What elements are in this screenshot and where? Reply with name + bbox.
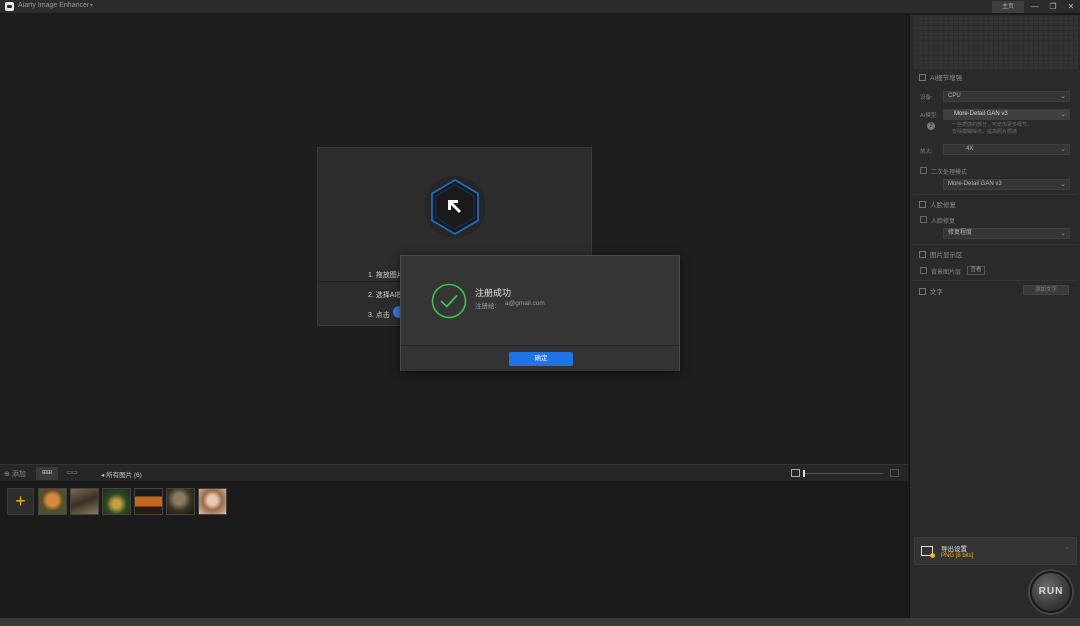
background-layer-checkbox[interactable] — [920, 267, 927, 274]
device-label: 设备: — [920, 95, 933, 101]
face-icon — [919, 201, 926, 208]
device-select[interactable]: CPU ⌄ — [943, 91, 1070, 102]
second-pass-select[interactable]: More-Detail GAN v3 ⌄ — [943, 179, 1070, 190]
model-hint-line-1: 一些质感的部分，可增加更多细节， — [952, 122, 1033, 128]
zoom-in-image-icon[interactable] — [890, 469, 899, 477]
thumbnail-lizard[interactable] — [70, 488, 99, 515]
zoom-slider-handle[interactable] — [803, 470, 805, 477]
close-button[interactable]: ✕ — [1062, 0, 1080, 14]
thumbnail-frog[interactable] — [102, 488, 131, 515]
thumbnail-tiger[interactable] — [38, 488, 67, 515]
dialog-title: 注册成功 — [475, 288, 512, 298]
separator — [913, 194, 1078, 195]
maximize-button[interactable]: ❐ — [1044, 0, 1062, 14]
separator — [913, 244, 1078, 245]
scale-value: 4X — [966, 146, 974, 152]
zoom-out-image-icon[interactable] — [791, 469, 800, 477]
edit-icon — [919, 74, 926, 81]
minimize-button[interactable]: — — [1026, 0, 1044, 14]
grid-view-button[interactable]: ⊞⊞ — [36, 467, 58, 480]
welcome-step-2: 2. 选择AI模 — [368, 292, 404, 299]
add-circle-icon: ⊕ — [4, 471, 12, 478]
registered-to-label: 注册给: — [475, 303, 497, 310]
app-window: Aiarty Image Enhancer ▾ 主页 — ❐ ✕ 1. 拖放图片… — [0, 0, 1080, 626]
model-label: AI模型: — [920, 113, 938, 119]
dialog-footer: 确定 — [401, 345, 679, 371]
thumbnail-tiger-lying[interactable] — [134, 488, 163, 515]
model-hint-line-2: 去除模糊噪点，提高照片质感 — [952, 129, 1018, 135]
watermark-label: 文字 — [930, 289, 943, 296]
thumbnail-strip: + — [0, 482, 908, 618]
face-strength-value: 修复程度 — [948, 230, 973, 236]
list-view-button[interactable]: ▭▭ — [61, 467, 83, 480]
chevron-up-icon[interactable]: ⌃ — [1064, 546, 1070, 554]
section-ai-enhance[interactable]: AI细节增强 — [919, 72, 962, 82]
add-image-tile[interactable]: + — [7, 488, 34, 515]
scale-select[interactable]: 4X ⌄ — [943, 144, 1070, 155]
face-restore-label: 人脸修复 — [931, 219, 956, 225]
separator — [913, 280, 1078, 281]
welcome-step-1: 1. 拖放图片 — [368, 272, 404, 279]
export-format: PNG [8 bits] — [941, 553, 974, 559]
help-icon[interactable]: ? — [927, 122, 935, 130]
thumbnail-owl[interactable] — [166, 488, 195, 515]
home-button[interactable]: 主页 — [992, 1, 1024, 13]
view-tag-button[interactable]: 查看 — [967, 266, 985, 275]
thumbnail-zoom-slider[interactable] — [803, 473, 883, 474]
ok-button[interactable]: 确定 — [509, 352, 573, 366]
section-display-label: 图片显示区 — [930, 252, 963, 259]
second-pass-checkbox[interactable] — [920, 167, 927, 174]
section-face-restore[interactable]: 人脸修复 — [919, 199, 956, 209]
add-text-button[interactable]: 添加文字 — [1023, 285, 1069, 295]
device-value: CPU — [948, 93, 961, 99]
face-strength-select[interactable]: 修复程度 ⌄ — [943, 228, 1070, 239]
second-pass-label: 二次处理模式 — [931, 170, 968, 176]
preview-area — [913, 15, 1078, 69]
export-settings[interactable]: 导出设置 PNG [8 bits] ⌃ — [914, 537, 1077, 565]
face-restore-checkbox[interactable] — [920, 216, 927, 223]
scale-label: 放大: — [920, 149, 933, 155]
background-layer-label: 背景图片层 — [931, 270, 962, 276]
registration-success-dialog: 注册成功 注册给: a@gmail.com 确定 — [400, 255, 680, 371]
app-title: Aiarty Image Enhancer — [18, 2, 90, 9]
thumbnail-portrait[interactable] — [198, 488, 227, 515]
run-area: RUN — [1024, 568, 1076, 616]
all-images-label: 所有图片 (6) — [106, 472, 142, 479]
settings-panel: AI细节增强 设备: CPU ⌄ AI模型: More-Detail GAN v3… — [909, 15, 1080, 618]
settings-gear-icon — [930, 553, 935, 558]
status-bar — [0, 618, 1080, 626]
second-pass-value: More-Detail GAN v3 — [948, 181, 1002, 187]
section-ai-enhance-label: AI细节增强 — [930, 75, 963, 82]
add-images-button[interactable]: ⊕ 添加 — [4, 469, 26, 479]
add-images-label: 添加 — [11, 471, 26, 478]
app-logo-icon — [5, 2, 14, 11]
section-watermark: 文字 — [919, 286, 943, 296]
chevron-down-icon: ⌄ — [1060, 146, 1066, 153]
section-display[interactable]: 图片显示区 — [919, 249, 963, 259]
model-select[interactable]: More-Detail GAN v3 ⌄ — [943, 109, 1070, 120]
upload-hexagon-icon[interactable] — [424, 176, 486, 238]
model-value: More-Detail GAN v3 — [954, 111, 1008, 117]
export-title: 导出设置 — [941, 546, 967, 553]
success-check-icon — [431, 283, 467, 319]
all-images-filter[interactable]: ◂ 所有图片 (6) — [101, 469, 142, 479]
title-bar: Aiarty Image Enhancer ▾ 主页 — ❐ ✕ — [0, 0, 1080, 14]
section-face-restore-label: 人脸修复 — [930, 202, 956, 209]
welcome-step-3: 3. 点击 — [368, 312, 390, 319]
run-button[interactable]: RUN — [1030, 571, 1072, 613]
text-icon — [919, 288, 926, 295]
registered-email: a@gmail.com — [505, 300, 545, 307]
title-menu-chevron-icon[interactable]: ▾ — [90, 2, 93, 9]
chevron-down-icon: ⌄ — [1060, 111, 1066, 118]
chevron-down-icon: ⌄ — [1060, 181, 1066, 188]
image-strip-toolbar: ⊕ 添加 ⊞⊞ ▭▭ ◂ 所有图片 (6) — [0, 464, 908, 481]
image-icon — [919, 251, 926, 258]
chevron-down-icon: ⌄ — [1060, 93, 1066, 100]
chevron-down-icon: ⌄ — [1060, 230, 1066, 237]
